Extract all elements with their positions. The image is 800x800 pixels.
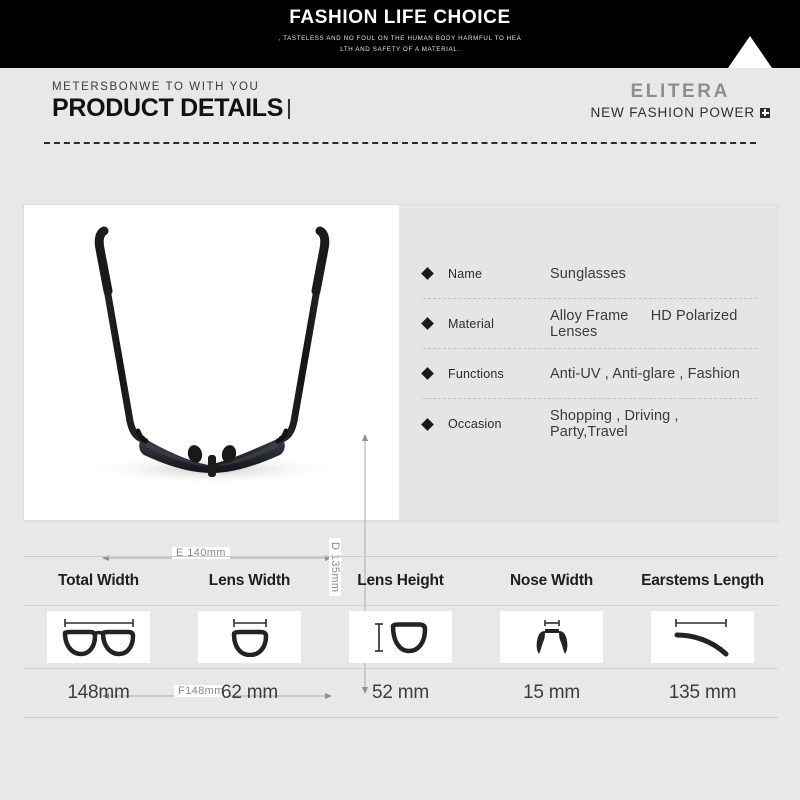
spec-row-material: Material Alloy Frame HD Polarized Lenses: [421, 299, 757, 349]
measurement-icon-cell: [627, 611, 778, 663]
measurement-header-cell: Earstems Length: [627, 572, 778, 590]
measurement-header-row: Total Width Lens Width Lens Height Nose …: [23, 557, 778, 605]
triangle-icon: [728, 36, 772, 68]
measurement-icon-row: [23, 606, 778, 668]
spec-key: Material: [448, 316, 495, 331]
measurement-icon-cell: [174, 611, 325, 663]
brand-logo: ELITERA: [630, 81, 730, 102]
value-label: 148mm: [67, 682, 130, 703]
specifications-list: Name Sunglasses Material Alloy Frame HD …: [399, 205, 777, 520]
spec-value: Shopping , Driving , Party,Travel: [550, 408, 679, 440]
page-header: METERSBONWE TO WITH YOU PRODUCT DETAILS …: [0, 68, 800, 138]
diamond-bullet-icon: [421, 317, 434, 330]
page-title: PRODUCT DETAILS: [52, 94, 284, 122]
spec-value-part1: Alloy Frame: [550, 307, 629, 324]
header-title-row: PRODUCT DETAILS: [52, 94, 291, 122]
header-label: Earstems Length: [641, 572, 764, 589]
spec-key: Name: [448, 266, 483, 281]
header-label: Total Width: [58, 572, 139, 589]
measurement-icon-cell: [23, 611, 174, 663]
spec-row-occasion: Occasion Shopping , Driving , Party,Trav…: [421, 399, 757, 449]
lens-height-icon: [349, 611, 452, 663]
measurement-value-cell: 148mm: [23, 682, 174, 704]
measurement-table: Total Width Lens Width Lens Height Nose …: [23, 556, 778, 718]
brand-tagline-row: NEW FASHION POWER: [590, 105, 770, 120]
nose-width-icon: [500, 611, 603, 663]
measurement-header-cell: Total Width: [23, 572, 174, 590]
spec-key: Functions: [448, 366, 504, 381]
value-label: 135 mm: [668, 682, 737, 703]
measurement-value-cell: 52 mm: [325, 682, 476, 704]
measurement-value-cell: 15 mm: [476, 682, 627, 704]
diamond-bullet-icon: [421, 267, 434, 280]
measurement-header-cell: Nose Width: [476, 572, 627, 590]
spec-row-name: Name Sunglasses: [421, 249, 757, 299]
measurement-icon-cell: [476, 611, 627, 663]
header-label: Nose Width: [509, 572, 594, 589]
measurement-value-row: 148mm 62 mm 52 mm 15 mm 135 mm: [23, 669, 778, 717]
top-banner: FASHION LIFE CHOICE , TASTELESS AND NO F…: [0, 0, 800, 68]
header-label: Lens Width: [208, 572, 291, 589]
measurement-value-cell: 135 mm: [627, 682, 778, 704]
measurement-value-cell: 62 mm: [174, 682, 325, 704]
earstem-length-icon: [651, 611, 754, 663]
diamond-bullet-icon: [421, 417, 434, 431]
header-label: Lens Height: [357, 572, 444, 589]
diamond-bullet-icon: [421, 367, 434, 380]
measurement-icon-cell: [325, 611, 476, 663]
header-right: ELITERA NEW FASHION POWER: [590, 81, 770, 120]
spec-value: Sunglasses: [550, 265, 626, 282]
product-details-page: FASHION LIFE CHOICE , TASTELESS AND NO F…: [0, 0, 800, 800]
value-label: 62 mm: [220, 682, 279, 703]
measurement-header-cell: Lens Height: [325, 572, 476, 590]
table-bottom-rule: [23, 717, 778, 718]
title-accent-bar: [288, 99, 291, 119]
banner-subtitle-line2: LTH AND SAFETY OF A MATERIAL.: [340, 46, 460, 53]
product-image-panel: E 140mm F148mm D 135mm: [24, 205, 399, 699]
spec-value: Alloy Frame HD Polarized Lenses: [550, 308, 757, 340]
lens-width-icon: [198, 611, 301, 663]
plus-square-icon: [760, 107, 770, 118]
glasses-total-width-icon: [47, 611, 150, 663]
spec-row-functions: Functions Anti-UV , Anti-glare , Fashion: [421, 349, 757, 399]
value-label: 52 mm: [371, 682, 430, 703]
spec-value: Anti-UV , Anti-glare , Fashion: [550, 365, 740, 382]
measurement-header-cell: Lens Width: [174, 572, 325, 590]
brand-tagline: NEW FASHION POWER: [590, 105, 755, 120]
value-label: 15 mm: [522, 682, 581, 703]
product-detail-panel: E 140mm F148mm D 135mm Name Sunglasses M…: [23, 204, 778, 699]
header-left: METERSBONWE TO WITH YOU PRODUCT DETAILS: [52, 81, 291, 122]
banner-title: FASHION LIFE CHOICE: [289, 7, 511, 28]
spec-key: Occasion: [448, 417, 502, 431]
banner-subtitle-line1: , TASTELESS AND NO FOUL ON THE HUMAN BOD…: [278, 35, 522, 42]
dashed-divider: [44, 142, 756, 144]
header-eyebrow: METERSBONWE TO WITH YOU: [52, 81, 260, 93]
sunglasses-top-view-illustration: [84, 226, 340, 485]
banner-subtitle: , TASTELESS AND NO FOUL ON THE HUMAN BOD…: [0, 33, 800, 55]
